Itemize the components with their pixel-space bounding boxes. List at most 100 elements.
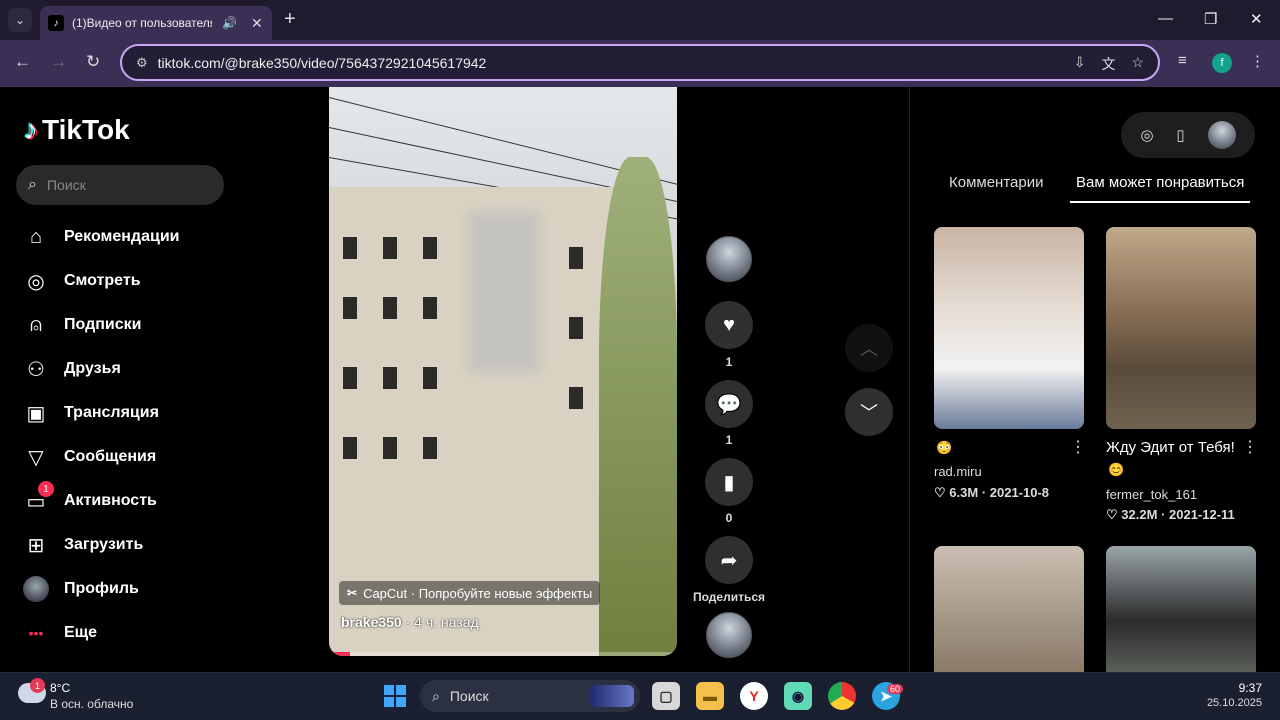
weather-temperature[interactable]: 8°C xyxy=(50,681,70,695)
chevron-down-icon: ﹀ xyxy=(860,403,878,423)
tree-image xyxy=(599,157,677,656)
video-card-thumbnail[interactable] xyxy=(1106,227,1256,429)
video-author[interactable]: brake350 xyxy=(341,614,402,630)
new-tab-button[interactable]: + xyxy=(284,9,296,29)
tab-recommended[interactable]: Вам может понравиться xyxy=(1076,174,1244,191)
sidebar-item-messages[interactable]: ▽ Сообщения xyxy=(22,441,222,473)
card-meta: ♡ 6.3M · 2021-10-8 xyxy=(934,485,1049,501)
heart-outline-icon: ♡ xyxy=(934,485,946,500)
yandex-browser-icon[interactable]: Y xyxy=(740,682,768,710)
window-shape xyxy=(343,367,357,389)
logo-text: TikTok xyxy=(42,114,130,145)
card-author[interactable]: rad.miru xyxy=(934,464,982,479)
chrome-menu-icon[interactable]: ⋮ xyxy=(1250,52,1265,70)
more-icon: ••• xyxy=(28,625,44,641)
sidebar-item-activity[interactable]: ▭ 1 Активность xyxy=(22,481,222,517)
prev-video-button[interactable]: ︿ xyxy=(845,324,893,372)
card-meta: ♡ 32.2M · 2021-12-11 xyxy=(1106,507,1235,523)
telegram-badge: 60 xyxy=(887,684,904,694)
video-card-thumbnail[interactable] xyxy=(1106,546,1256,672)
video-card-thumbnail[interactable] xyxy=(934,227,1084,429)
share-button[interactable]: ➦ xyxy=(705,536,753,584)
card-author[interactable]: fermer_tok_161 xyxy=(1106,487,1197,502)
music-disc-avatar[interactable] xyxy=(706,612,752,658)
window-shape xyxy=(569,317,583,339)
share-icon: ➦ xyxy=(720,549,738,572)
phone-icon[interactable]: ▯ xyxy=(1176,126,1184,144)
capcut-badge[interactable]: ✂ CapCut · Попробуйте новые эффекты xyxy=(339,581,601,605)
tiktok-favicon-icon: ♪ xyxy=(48,15,64,31)
windows-taskbar xyxy=(0,672,1280,720)
restore-button[interactable]: ❐ xyxy=(1204,10,1217,28)
sidebar-item-friends[interactable]: ⚇ Друзья xyxy=(22,353,222,385)
tab-comments[interactable]: Комментарии xyxy=(949,174,1043,191)
taskbar-search[interactable]: ⌕ Поиск xyxy=(420,680,640,712)
next-video-button[interactable]: ﹀ xyxy=(845,388,893,436)
sidebar-item-recommended[interactable]: ⌂ Рекомендации xyxy=(22,221,222,253)
sidebar-item-following[interactable]: ⍝ Подписки xyxy=(22,309,222,341)
discord-like-app-icon[interactable]: ◉ xyxy=(784,682,812,710)
video-card-thumbnail[interactable] xyxy=(934,546,1084,672)
back-button[interactable]: ← xyxy=(14,52,31,72)
browser-tab[interactable]: ♪ (1)Видео от пользователя 🔊 ✕ xyxy=(40,6,272,40)
taskbar-search-label: Поиск xyxy=(449,688,489,704)
speaker-icon[interactable]: 🔊 xyxy=(222,16,237,30)
save-button[interactable]: ▮ xyxy=(705,458,753,506)
taskbar-date[interactable]: 25.10.2025 xyxy=(1180,697,1262,709)
sidebar-item-label: Рекомендации xyxy=(64,228,180,245)
video-player[interactable]: ✂ CapCut · Попробуйте новые эффекты brak… xyxy=(329,87,677,656)
blurred-area xyxy=(469,212,539,372)
url-text: tiktok.com/@brake350/video/7564372921045… xyxy=(157,54,487,71)
forward-button[interactable]: → xyxy=(50,52,67,72)
reload-button[interactable]: ↻ xyxy=(86,52,100,72)
like-button[interactable]: ♥ xyxy=(705,301,753,349)
taskbar-clock[interactable]: 9:37 xyxy=(1200,681,1262,695)
tiktok-coin-icon[interactable]: ◎ xyxy=(1140,126,1153,144)
tab-title: (1)Видео от пользователя xyxy=(72,16,212,30)
video-progress-fill xyxy=(329,652,350,656)
tiktok-logo[interactable]: ♪ TikTok xyxy=(24,114,130,146)
bookmark-star-icon[interactable]: ☆ xyxy=(1131,54,1144,74)
following-icon: ⍝ xyxy=(30,313,42,336)
card-date: 2021-10-8 xyxy=(989,485,1050,500)
more-options-icon[interactable]: ⋮ xyxy=(1242,437,1258,457)
share-label: Поделиться xyxy=(692,590,766,604)
window-close-button[interactable]: ✕ xyxy=(1250,10,1263,28)
window-shape xyxy=(569,247,583,269)
creator-avatar[interactable] xyxy=(706,236,752,282)
window-shape xyxy=(383,367,397,389)
site-info-icon[interactable]: ⚙ xyxy=(136,55,148,71)
video-progress-bar[interactable] xyxy=(329,652,677,656)
heart-outline-icon: ♡ xyxy=(1106,507,1118,522)
profile-avatar-wrap xyxy=(22,575,50,603)
install-app-icon[interactable]: ⇩ xyxy=(1074,54,1086,74)
windows-start-icon[interactable] xyxy=(384,685,406,707)
task-view-icon[interactable]: ▢ xyxy=(652,682,680,710)
search-input[interactable]: ⌕ Поиск xyxy=(16,165,224,205)
chrome-icon[interactable] xyxy=(828,682,856,710)
sidebar-item-more[interactable]: ••• Еще xyxy=(22,617,222,649)
address-bar[interactable]: ⚙ tiktok.com/@brake350/video/75643729210… xyxy=(120,44,1160,81)
chevron-up-icon: ︿ xyxy=(860,339,878,359)
card-views: 32.2M xyxy=(1121,507,1158,522)
close-icon[interactable]: ✕ xyxy=(251,15,263,32)
sidebar-item-live[interactable]: ▣ Трансляция xyxy=(22,397,222,429)
tab-search-button[interactable]: ⌄ xyxy=(8,8,32,32)
file-explorer-icon[interactable]: ▬ xyxy=(696,682,724,710)
avatar[interactable] xyxy=(1207,121,1236,149)
sidebar-item-explore[interactable]: ◎ Смотреть xyxy=(22,265,222,297)
sidebar-item-profile[interactable]: Профиль xyxy=(22,573,222,605)
translate-icon[interactable]: 文 xyxy=(1101,54,1115,74)
activity-badge: 1 xyxy=(38,481,54,497)
sidebar-item-label: Еще xyxy=(64,624,98,641)
search-icon: ⌕ xyxy=(28,176,37,193)
video-author-line[interactable]: brake350 · 4 ч. назад xyxy=(341,614,479,630)
media-control-icon[interactable]: ≡ xyxy=(1178,52,1187,69)
minimize-button[interactable]: — xyxy=(1158,10,1173,27)
window-shape xyxy=(343,437,357,459)
more-options-icon[interactable]: ⋮ xyxy=(1070,437,1086,457)
profile-avatar[interactable]: f xyxy=(1212,53,1232,73)
weather-description[interactable]: В осн. облачно xyxy=(50,697,133,711)
sidebar-item-upload[interactable]: ⊞ Загрузить xyxy=(22,529,222,561)
comment-button[interactable]: 💬 xyxy=(705,380,753,428)
